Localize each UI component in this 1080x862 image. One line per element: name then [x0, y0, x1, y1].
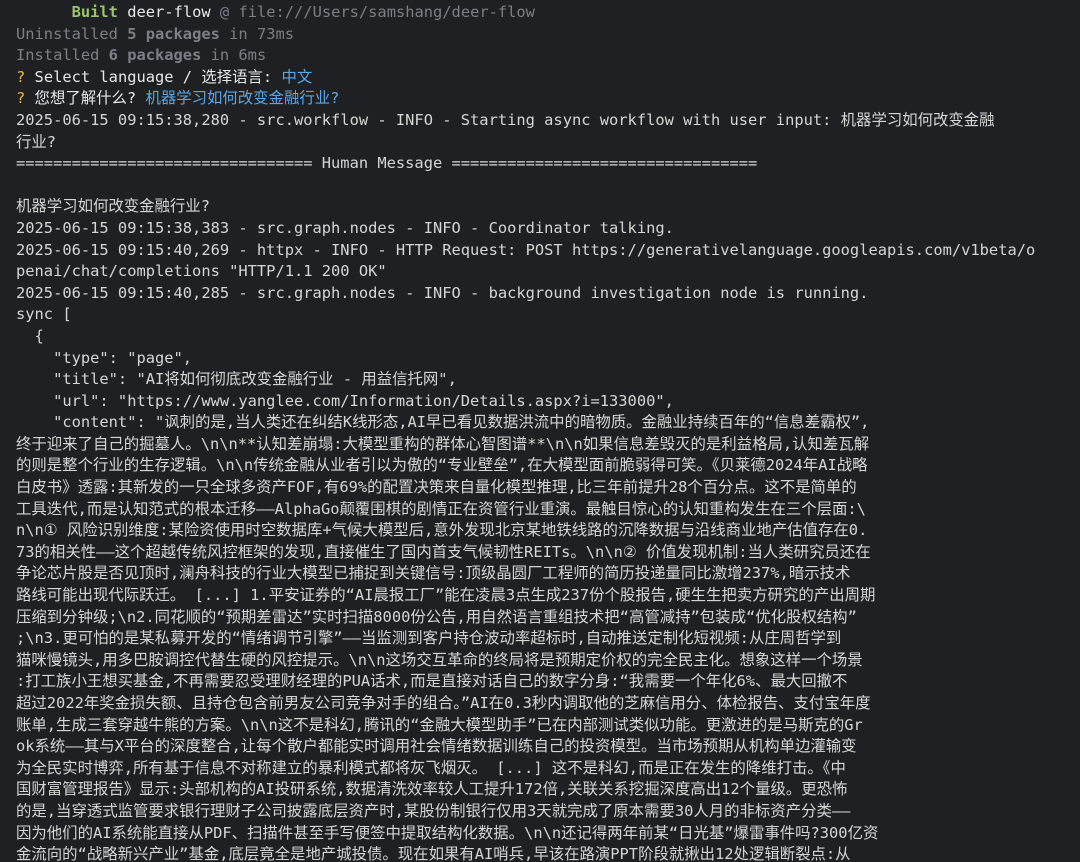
log-line: 的是,当穿透式监管要求银行理财子公司披露底层资产时,某股份制银行仅用3天就完成了… [16, 801, 851, 820]
language-question: Select language / 选择语言: [25, 67, 282, 86]
language-prompt: ? Select language / 选择语言: 中文 [16, 67, 1080, 89]
log-line: 73的相关性——这个超越传统风控框架的发现,直接催生了国内首支气候韧性REITs… [16, 542, 871, 561]
log-line: 的则是整个行业的生存逻辑。\n\n传统金融从业者引以为傲的“专业壁垒”,在大模型… [16, 456, 868, 475]
language-answer[interactable]: 中文 [281, 68, 312, 86]
question-mark-icon: ? [16, 89, 26, 108]
log-line: 压缩到分钟级;\n2.同花顺的“预期差雷达”实时扫描8000份公告,用自然语言重… [16, 607, 857, 626]
installed-line: Installed 6 packages in 6ms [16, 46, 267, 65]
package-name: deer-flow [127, 3, 211, 21]
log-line: 2025-06-15 09:15:38,383 - src.graph.node… [16, 218, 674, 237]
package-path: @ file:///Users/samshang/deer-flow [210, 3, 535, 21]
log-line: 为全民实时博弈,所有基于信息不对称建立的暴利模式都将灰飞烟灭。 [...] 这不… [16, 758, 846, 777]
log-line: 2025-06-15 09:15:40,285 - src.graph.node… [16, 283, 869, 302]
terminal-window[interactable]: Built deer-flow @ file:///Users/samshang… [0, 0, 1080, 862]
log-line: 金流向的“战略新兴产业”基金,底层竟全是地产城投债。现在如果有AI哨兵,早该在路… [16, 845, 851, 862]
log-line: 超过2022年奖金损失额、且持仓包含前男友公司竞争对手的组合。”AI在0.3秒内… [16, 694, 871, 712]
log-line: 争论芯片股是否见顶时,澜舟科技的行业大模型已捕捉到关键信号:顶级晶圆厂工程师的简… [16, 564, 851, 583]
uninstalled-count: 5 packages [127, 24, 220, 43]
log-line: 因为他们的AI系统能直接从PDF、扫描件甚至手写便签中提取结构化数据。\n\n还… [16, 823, 879, 842]
log-line: 白皮书》透露:其新发的一只全球多资产FOF,有69%的配置决策来自量化模型推理,… [16, 478, 857, 497]
log-line: { [16, 326, 44, 345]
log-output: 2025-06-15 09:15:38,280 - src.workflow -… [16, 110, 1080, 862]
log-line: sync [ [16, 305, 72, 324]
log-line: "title": "AI将如何彻底改变金融行业 - 用益信托网", [16, 370, 457, 389]
topic-question: 您想了解什么? [25, 89, 146, 108]
log-line: ok系统——其与X平台的深度整合,让每个散户都能实时调用社会情绪数据训练自己的投… [16, 737, 857, 756]
uninstalled-line: Uninstalled 5 packages in 73ms [16, 24, 295, 43]
log-line: ================================ Human M… [16, 154, 758, 173]
log-line: 国财富管理报告》显示:头部机构的AI投研系统,数据清洗效率较人工提升172倍,关… [16, 780, 848, 799]
question-mark-icon: ? [16, 67, 26, 86]
log-line: 账单,生成三套穿越牛熊的方案。\n\n这不是科幻,腾讯的“金融大模型助手”已在内… [16, 715, 863, 734]
built-label: Built [71, 3, 118, 21]
log-line: "content": "讽刺的是,当人类还在纠结K线形态,AI早已看见数据洪流中… [16, 413, 870, 432]
topic-answer[interactable]: 机器学习如何改变金融行业? [145, 89, 339, 107]
log-line: "url": "https://www.yanglee.com/Informat… [16, 391, 674, 410]
log-line: ;\n3.更可怕的是某私募开发的“情绪调节引擎”——当监测到客户持仓波动率超标时… [16, 629, 842, 648]
log-line: 2025-06-15 09:15:38,280 - src.workflow -… [16, 110, 995, 129]
log-line: "type": "page", [16, 348, 193, 367]
log-line: 行业? [16, 132, 57, 151]
log-line: :打工族小王想买基金,不再需要忍受理财经理的PUA话术,而是直接对话自己的数字分… [16, 672, 848, 691]
installed-count: 6 packages [108, 46, 202, 65]
topic-prompt: ? 您想了解什么? 机器学习如何改变金融行业? [16, 88, 1080, 110]
log-line: penai/chat/completions "HTTP/1.1 200 OK" [16, 262, 387, 281]
log-line: 路线可能出现代际跃迁。 [...] 1.平安证券的“AI晨报工厂”能在凌晨3点生… [16, 586, 876, 605]
log-line: 机器学习如何改变金融行业? [16, 197, 210, 216]
log-line: 终于迎来了自己的掘墓人。\n\n**认知差崩塌:大模型重构的群体心智图谱**\n… [16, 434, 870, 453]
log-line: 2025-06-15 09:15:40,269 - httpx - INFO -… [16, 240, 1036, 259]
log-line: 工具迭代,而是认知范式的根本迁移——AlphaGo颠覆围棋的剧情正在资管行业重演… [16, 499, 866, 518]
log-line: 猫咪慢镜头,用多巴胺调控代替生硬的风控提示。\n\n这场交互革命的终局将是预期定… [16, 650, 863, 669]
log-line: n\n① 风险识别维度:某险资使用时空数据库+气候大模型后,意外发现北京某地铁线… [16, 521, 868, 540]
build-status-line: Built deer-flow @ file:///Users/samshang… [16, 2, 1080, 24]
